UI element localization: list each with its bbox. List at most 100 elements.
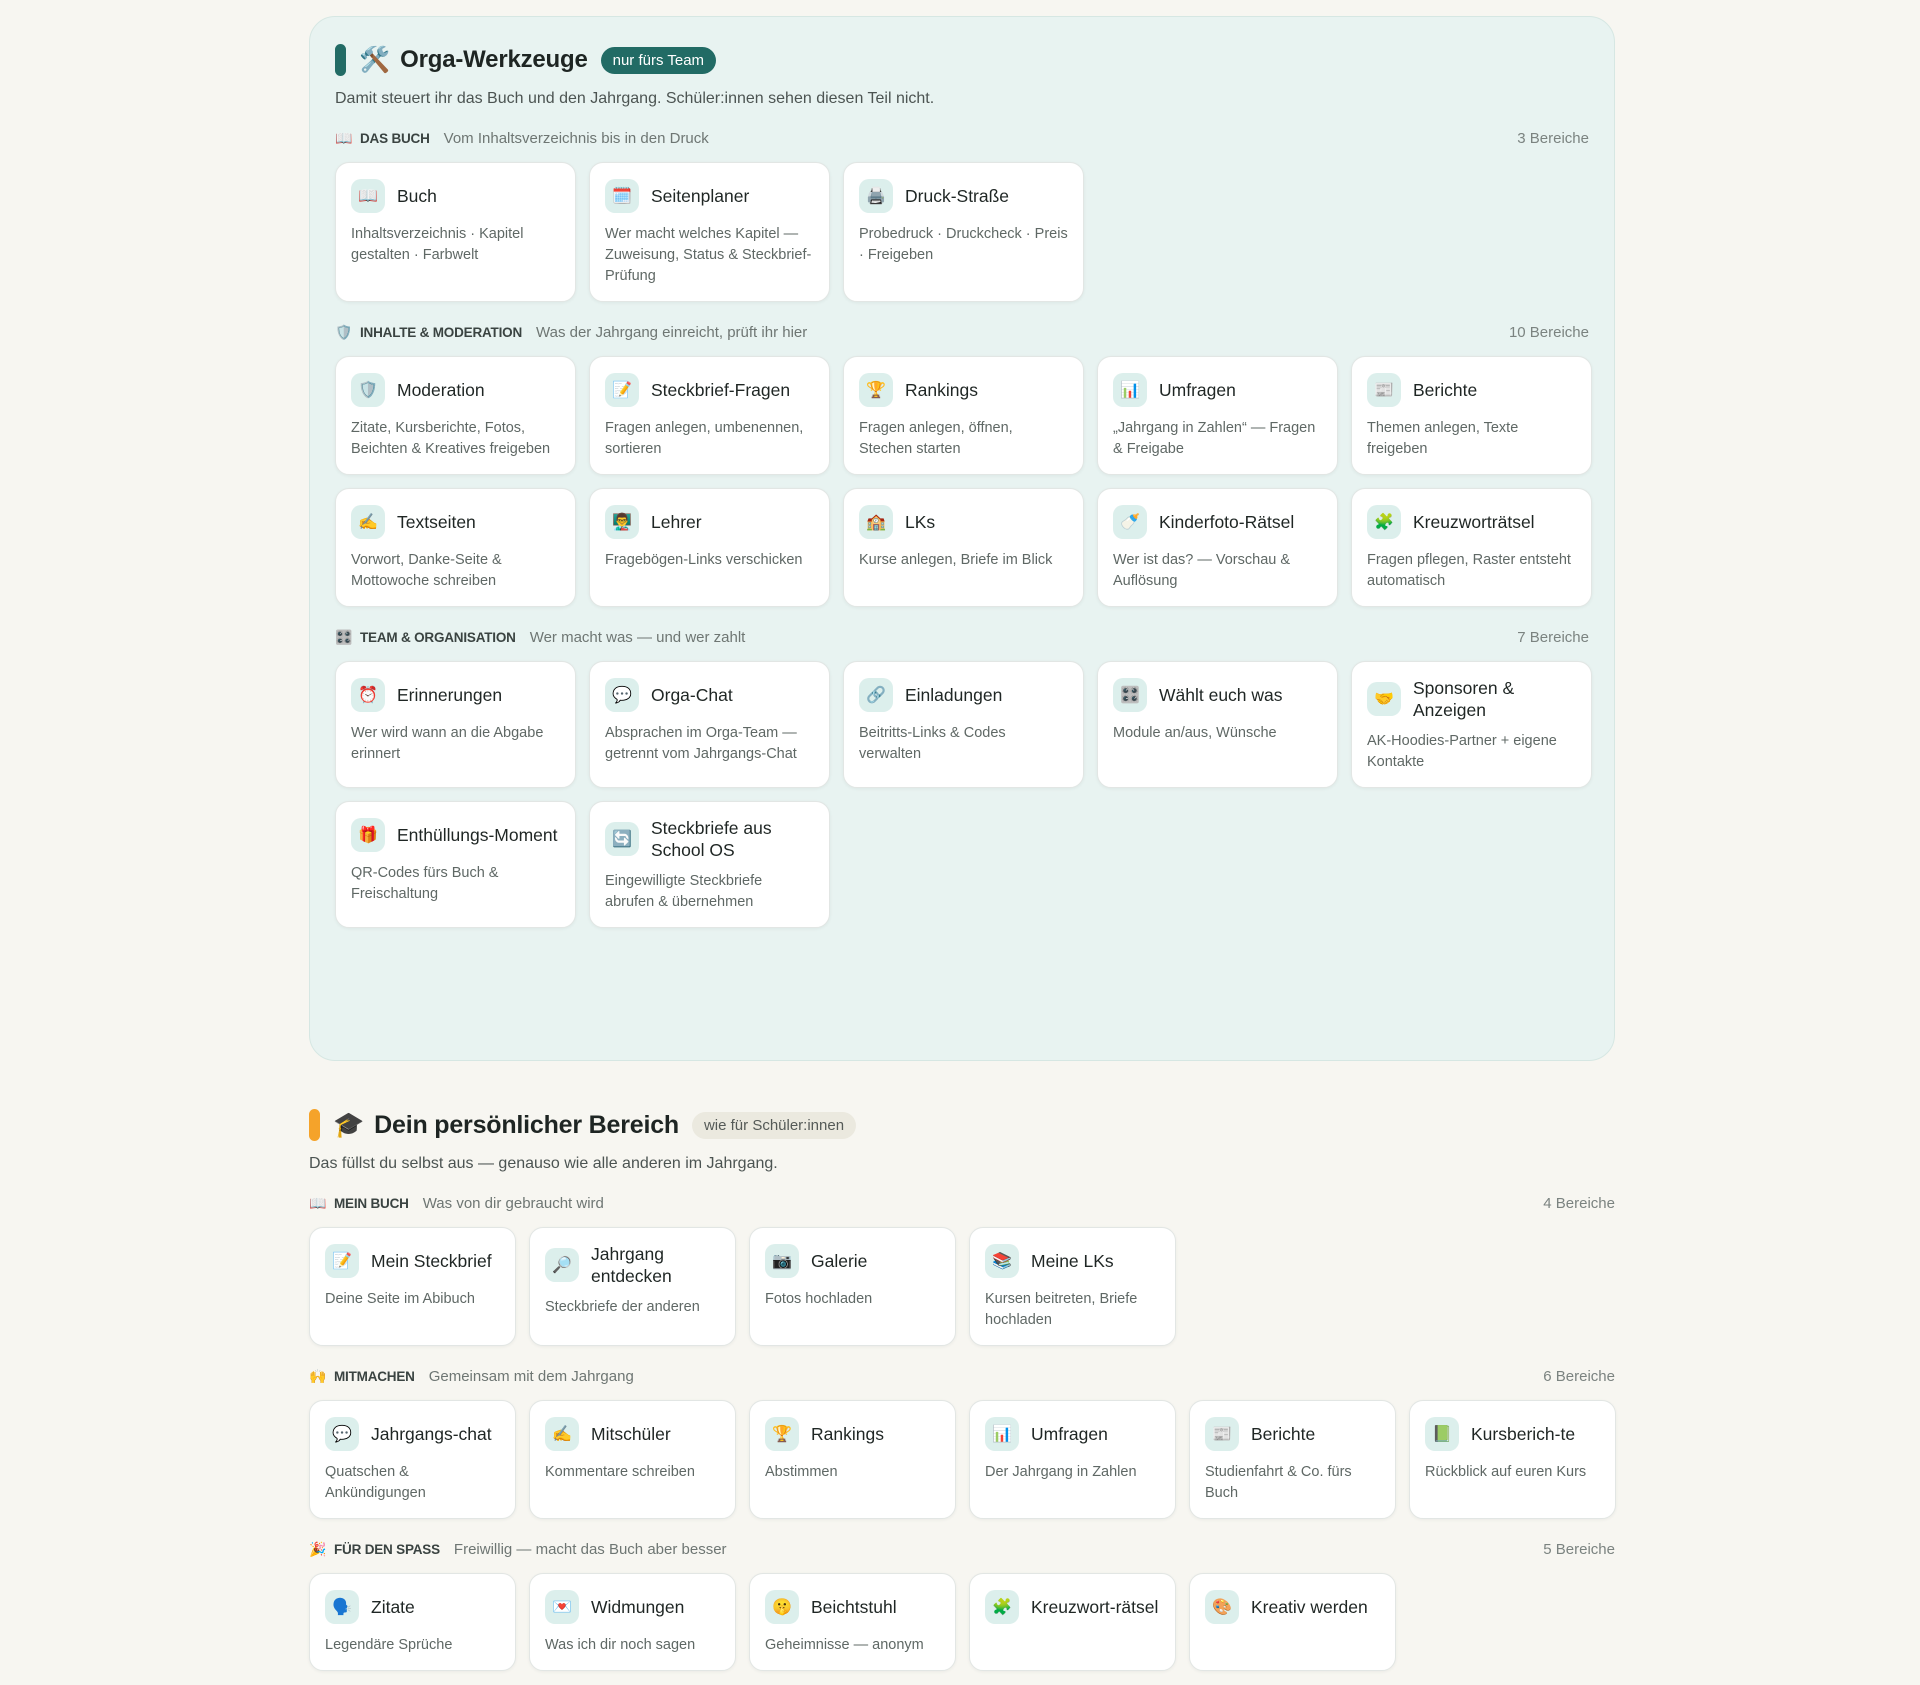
personal-header: 🎓 Dein persönlicher Bereich wie für Schü… <box>309 1108 1615 1142</box>
card-header: 💌 Widmungen <box>545 1589 720 1625</box>
personal-sections: 📖 MEIN BUCH Was von dir gebraucht wird 4 Be… <box>309 1193 1616 1671</box>
card-rankings[interactable]: 🏆 Rankings Abstimmen <box>749 1400 956 1519</box>
orga-tools-panel: 🛠️ Orga-Werkzeuge nur fürs Team Damit st… <box>309 16 1615 1061</box>
card-lks[interactable]: 🏫 LKs Kurse anlegen, Briefe im Blick <box>843 488 1084 607</box>
card-header: 🤝 Sponsoren & Anzeigen <box>1367 677 1576 721</box>
card-title: Buch <box>397 186 437 206</box>
card-meine-lks[interactable]: 📚 Meine LKs Kursen beitreten, Briefe hochl… <box>969 1227 1176 1346</box>
orga-chat-icon: 💬 <box>605 678 639 712</box>
card-header: 🏆 Rankings <box>765 1416 940 1452</box>
section-icon: 🛡️ <box>335 323 353 340</box>
card-title: Textseiten <box>397 512 476 532</box>
rankings-icon: 🏆 <box>859 373 893 407</box>
section-subtitle: Gemeinsam mit dem Jahrgang <box>428 1367 634 1385</box>
section-title: INHALTE & MODERATION <box>360 324 522 340</box>
card-title: Wählt euch was <box>1159 685 1283 705</box>
card-description: Geheimnisse — anonym <box>765 1637 924 1653</box>
tools-icon: 🛠️ <box>359 45 391 74</box>
card-header: 📖 Buch <box>351 178 560 214</box>
card-header: 📰 Berichte <box>1367 372 1576 408</box>
lks-icon: 🏫 <box>859 505 893 539</box>
umfragen-icon: 📊 <box>1113 373 1147 407</box>
card-title: Moderation <box>397 380 485 400</box>
card-title: Umfragen <box>1159 380 1236 400</box>
card-textseiten[interactable]: ✍️ Textseiten Vorwort, Danke-Seite & Motto… <box>335 488 576 607</box>
card-jahrgangs-chat[interactable]: 💬 Jahrgangs-chat Quatschen & Ankündigungen <box>309 1400 516 1519</box>
card-sponsoren-anzeigen[interactable]: 🤝 Sponsoren & Anzeigen AK-Hoodies-Partner … <box>1351 661 1592 788</box>
card-rankings[interactable]: 🏆 Rankings Fragen anlegen, öffnen, Stechen… <box>843 356 1084 475</box>
card-description: Themen anlegen, Texte freigeben <box>1367 420 1519 457</box>
berichte-icon: 📰 <box>1367 373 1401 407</box>
card-widmungen[interactable]: 💌 Widmungen Was ich dir noch sagen <box>529 1573 736 1671</box>
card-berichte[interactable]: 📰 Berichte Studienfahrt & Co. fürs Buch <box>1189 1400 1396 1519</box>
section-icon: 📖 <box>309 1194 327 1211</box>
card-description: AK-Hoodies-Partner + eigene Kontakte <box>1367 733 1557 770</box>
card-description: Wer macht welches Kapitel — Zuweisung, S… <box>605 226 812 284</box>
card-seitenplaner[interactable]: 🗓️ Seitenplaner Wer macht welches Kapitel … <box>589 162 830 302</box>
card-title: Kinderfoto-Rätsel <box>1159 512 1295 532</box>
card-title: Berichte <box>1413 380 1478 400</box>
card-umfragen[interactable]: 📊 Umfragen Der Jahrgang in Zahlen <box>969 1400 1176 1519</box>
team-only-badge: nur fürs Team <box>600 46 717 74</box>
card-kinderfoto-raetsel[interactable]: 🍼 Kinderfoto-Rätsel Wer ist das? — Vorscha… <box>1097 488 1338 607</box>
card-kreuzwortraetsel[interactable]: 🧩 Kreuzworträtsel Fragen pflegen, Raster e… <box>1351 488 1592 607</box>
berichte-icon: 📰 <box>1205 1417 1239 1451</box>
card-title: Mitschüler <box>591 1424 671 1444</box>
card-title: Einladungen <box>905 685 1003 705</box>
card-erinnerungen[interactable]: ⏰ Erinnerungen Wer wird wann an die Abgabe… <box>335 661 576 788</box>
card-druck-strasse[interactable]: 🖨️ Druck-Straße Probedruck · Druckcheck · … <box>843 162 1084 302</box>
card-header: 🎁 Enthüllungs-Moment <box>351 817 560 853</box>
card-kursberich-te[interactable]: 📗 Kursberich-te Rückblick auf euren Kurs <box>1409 1400 1616 1519</box>
jahrgang-entdecken-icon: 🔎 <box>545 1248 579 1282</box>
card-lehrer[interactable]: 👨‍🏫 Lehrer Fragebögen-Links verschicken <box>589 488 830 607</box>
card-waehlt-euch-was[interactable]: 🎛️ Wählt euch was Module an/aus, Wünsche <box>1097 661 1338 788</box>
card-header: 🎛️ Wählt euch was <box>1113 677 1322 713</box>
section-count: 10 Bereiche <box>1508 323 1589 341</box>
card-mitschueler[interactable]: ✍️ Mitschüler Kommentare schreiben <box>529 1400 736 1519</box>
card-description: Was ich dir noch sagen <box>545 1637 696 1653</box>
card-enthuellungs-moment[interactable]: 🎁 Enthüllungs-Moment QR-Codes fürs Buch & … <box>335 801 576 928</box>
card-zitate[interactable]: 🗣️ Zitate Legendäre Sprüche <box>309 1573 516 1671</box>
orga-sections: 📖 DAS BUCH Vom Inhaltsverzeichnis bis in d… <box>335 128 1592 928</box>
card-description: Probedruck · Druckcheck · Preis · Freige… <box>859 226 1068 263</box>
sponsoren-anzeigen-icon: 🤝 <box>1367 682 1401 716</box>
card-moderation[interactable]: 🛡️ Moderation Zitate, Kursberichte, Fotos,… <box>335 356 576 475</box>
card-title: Erinnerungen <box>397 685 503 705</box>
section-header-inhalte-moderation: 🛡️ INHALTE & MODERATION Was der Jahrgang e… <box>335 322 1589 342</box>
section-subtitle: Was von dir gebraucht wird <box>422 1194 604 1212</box>
card-header: 📊 Umfragen <box>985 1416 1160 1452</box>
card-description: Kommentare schreiben <box>545 1464 695 1480</box>
card-description: Fragen pflegen, Raster entsteht automati… <box>1367 552 1571 589</box>
card-title: Umfragen <box>1031 1424 1108 1444</box>
card-kreativ-werden[interactable]: 🎨 Kreativ werden <box>1189 1573 1396 1671</box>
card-umfragen[interactable]: 📊 Umfragen „Jahrgang in Zahlen“ — Fragen &… <box>1097 356 1338 475</box>
card-jahrgang-entdecken[interactable]: 🔎 Jahrgang entdecken Steckbriefe der ander… <box>529 1227 736 1346</box>
card-galerie[interactable]: 📷 Galerie Fotos hochladen <box>749 1227 956 1346</box>
card-title: Jahrgangs-chat <box>371 1424 492 1444</box>
section-count: 3 Bereiche <box>1517 129 1589 147</box>
card-steckbrief-fragen[interactable]: 📝 Steckbrief-Fragen Fragen anlegen, umbene… <box>589 356 830 475</box>
card-kreuzwort-raetsel[interactable]: 🧩 Kreuzwort-rätsel <box>969 1573 1176 1671</box>
card-title: Meine LKs <box>1031 1251 1114 1271</box>
card-orga-chat[interactable]: 💬 Orga-Chat Absprachen im Orga-Team — getr… <box>589 661 830 788</box>
card-mein-steckbrief[interactable]: 📝 Mein Steckbrief Deine Seite im Abibuch <box>309 1227 516 1346</box>
kreativ-werden-icon: 🎨 <box>1205 1590 1239 1624</box>
card-title: Galerie <box>811 1251 868 1271</box>
steckbrief-fragen-icon: 📝 <box>605 373 639 407</box>
card-description: „Jahrgang in Zahlen“ — Fragen & Freigabe <box>1113 420 1316 457</box>
card-buch[interactable]: 📖 Buch Inhaltsverzeichnis · Kapitel gestal… <box>335 162 576 302</box>
card-title: Steckbrief-Fragen <box>651 380 791 400</box>
mitschueler-icon: ✍️ <box>545 1417 579 1451</box>
card-header: 🍼 Kinderfoto-Rätsel <box>1113 504 1322 540</box>
lehrer-icon: 👨‍🏫 <box>605 505 639 539</box>
rankings-icon: 🏆 <box>765 1417 799 1451</box>
personal-title: Dein persönlicher Bereich <box>374 1110 679 1139</box>
textseiten-icon: ✍️ <box>351 505 385 539</box>
card-header: 💬 Jahrgangs-chat <box>325 1416 500 1452</box>
card-berichte[interactable]: 📰 Berichte Themen anlegen, Texte freigeben <box>1351 356 1592 475</box>
card-steckbriefe-aus-school-os[interactable]: 🔄 Steckbriefe aus School OS Eingewilligte … <box>589 801 830 928</box>
card-description: Vorwort, Danke-Seite & Mottowoche schrei… <box>351 552 502 589</box>
card-beichtstuhl[interactable]: 🤫 Beichtstuhl Geheimnisse — anonym <box>749 1573 956 1671</box>
card-einladungen[interactable]: 🔗 Einladungen Beitritts-Links & Codes verw… <box>843 661 1084 788</box>
card-title: Rankings <box>905 380 978 400</box>
